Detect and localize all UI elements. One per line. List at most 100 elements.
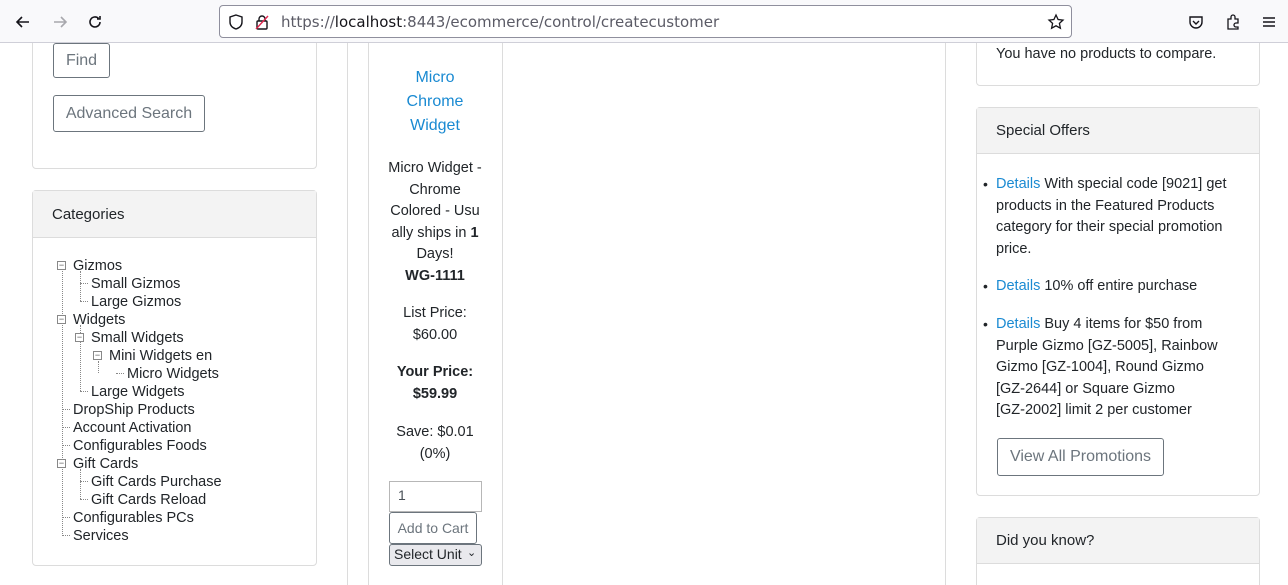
your-price: Your Price: $59.99 xyxy=(370,362,500,405)
category-account-activation[interactable]: Account Activation xyxy=(73,419,192,437)
offer-item: Details With special code [9021] get pro… xyxy=(996,174,1236,260)
tree-line xyxy=(62,517,70,518)
product-description: Micro Widget - Chrome Colored - Usu ally… xyxy=(370,158,500,287)
url-bar[interactable]: https://localhost:8443/ecommerce/control… xyxy=(219,5,1072,38)
bullet: • xyxy=(983,316,988,332)
product-name-link[interactable]: Micro Chrome Widget xyxy=(370,66,500,138)
savings: Save: $0.01 (0%) xyxy=(370,422,500,465)
category-gizmos[interactable]: Gizmos xyxy=(73,257,122,275)
tree-line xyxy=(62,409,70,410)
categories-header: Categories xyxy=(33,191,316,238)
add-to-cart-button[interactable]: Add to Cart xyxy=(389,512,477,544)
category-gift-cards-reload[interactable]: Gift Cards Reload xyxy=(91,491,206,509)
column-divider xyxy=(502,43,503,585)
product-name-line[interactable]: Micro xyxy=(370,66,500,90)
offer-details-link[interactable]: Details xyxy=(996,278,1040,294)
tree-line xyxy=(98,361,99,373)
tree-line xyxy=(80,469,81,499)
special-offers-header: Special Offers xyxy=(977,108,1259,154)
category-gift-cards[interactable]: Gift Cards xyxy=(73,455,138,473)
save-percent: (0%) xyxy=(419,445,451,462)
offer-text: Gizmo [GZ-1004], Round Gizmo xyxy=(996,359,1204,375)
tree-line xyxy=(80,391,88,392)
tree-line xyxy=(62,271,63,536)
ships-days: 1 xyxy=(470,224,479,241)
description-line: Colored - Usu xyxy=(390,203,480,219)
extensions-icon[interactable] xyxy=(1221,10,1245,34)
compare-text: You have no products to compare. xyxy=(996,46,1217,62)
tree-line xyxy=(80,499,88,500)
description-line: Chrome xyxy=(409,181,461,198)
bookmark-star-icon[interactable] xyxy=(1047,13,1065,31)
product-name-line[interactable]: Widget xyxy=(370,114,500,138)
offer-text: products in the Featured Products xyxy=(996,197,1215,214)
category-configurables-foods[interactable]: Configurables Foods xyxy=(73,437,207,455)
description-line: ally ships in 1 xyxy=(391,224,479,241)
tree-toggle-icon[interactable]: − xyxy=(93,351,102,360)
category-configurables-pcs[interactable]: Configurables PCs xyxy=(73,509,194,527)
product-sku: WG-1111 xyxy=(405,267,465,284)
description-line: Days! xyxy=(416,246,454,262)
offer-item: Details 10% off entire purchase xyxy=(996,276,1236,298)
tree-line xyxy=(80,283,88,284)
category-large-widgets[interactable]: Large Widgets xyxy=(91,383,185,401)
offer-text: 10% off entire purchase xyxy=(1044,278,1198,294)
browser-toolbar: https://localhost:8443/ecommerce/control… xyxy=(0,0,1288,43)
tree-toggle-icon[interactable]: − xyxy=(57,459,66,468)
offer-text: With special code [9021] get xyxy=(1044,176,1227,192)
pocket-icon[interactable] xyxy=(1184,10,1208,34)
category-widgets[interactable]: Widgets xyxy=(73,311,125,329)
tree-toggle-icon[interactable]: − xyxy=(57,261,66,270)
select-unit-value: Select Unit xyxy=(394,546,462,562)
tree-toggle-icon[interactable]: − xyxy=(75,333,84,342)
tree-toggle-icon[interactable]: − xyxy=(57,315,66,324)
category-gift-cards-purchase[interactable]: Gift Cards Purchase xyxy=(91,473,222,491)
url-text: https://localhost:8443/ecommerce/control… xyxy=(281,13,720,31)
bullet: • xyxy=(983,176,988,192)
view-all-promotions-button[interactable]: View All Promotions xyxy=(997,438,1164,476)
find-button[interactable]: Find xyxy=(53,43,110,78)
lock-insecure-icon[interactable] xyxy=(253,13,271,31)
tree-line xyxy=(80,301,88,302)
offer-item: Details Buy 4 items for $50 from Purple … xyxy=(996,314,1236,422)
offer-text: [GZ-2002] limit 2 per customer xyxy=(996,402,1192,418)
your-price-label: Your Price: xyxy=(396,364,474,380)
quantity-input[interactable]: 1 xyxy=(389,481,482,512)
chevron-down-icon: ⌄ xyxy=(465,546,479,559)
tree-line xyxy=(80,481,88,482)
offer-text: Purple Gizmo [GZ-5005], Rainbow xyxy=(996,337,1218,354)
reload-icon[interactable] xyxy=(83,10,107,34)
column-divider xyxy=(347,43,348,585)
menu-icon[interactable] xyxy=(1257,10,1281,34)
tree-line xyxy=(62,535,70,536)
offer-text: category for their special promotion xyxy=(996,219,1223,235)
tree-line xyxy=(80,271,81,301)
your-price-value: $59.99 xyxy=(412,385,458,402)
save-amount: Save: $0.01 xyxy=(396,424,474,440)
did-you-know-card: Did you know? xyxy=(976,517,1260,585)
category-services[interactable]: Services xyxy=(73,527,129,545)
back-icon[interactable] xyxy=(11,10,35,34)
tree-line xyxy=(62,445,70,446)
tree-line xyxy=(116,373,124,374)
offer-text: [GZ-2644] or Square Gizmo xyxy=(996,380,1175,397)
column-divider xyxy=(945,43,946,585)
list-price-label: List Price: xyxy=(403,305,467,321)
shield-icon[interactable] xyxy=(227,13,245,31)
list-price-value: $60.00 xyxy=(412,326,458,343)
category-small-widgets[interactable]: Small Widgets xyxy=(91,329,184,347)
advanced-search-button[interactable]: Advanced Search xyxy=(53,95,205,132)
tree-line xyxy=(62,427,70,428)
category-micro-widgets[interactable]: Micro Widgets xyxy=(127,365,219,383)
page-content: Find Advanced Search Categories − − − − … xyxy=(0,43,1288,585)
offer-details-link[interactable]: Details xyxy=(996,316,1040,332)
forward-icon[interactable] xyxy=(48,10,72,34)
offer-text: Buy 4 items for $50 from xyxy=(1044,316,1203,332)
offer-details-link[interactable]: Details xyxy=(996,176,1040,192)
product-name-line[interactable]: Chrome xyxy=(370,90,500,114)
description-line: Micro Widget - xyxy=(388,160,482,176)
category-dropship-products[interactable]: DropShip Products xyxy=(73,401,195,419)
category-small-gizmos[interactable]: Small Gizmos xyxy=(91,275,180,293)
category-mini-widgets[interactable]: Mini Widgets en xyxy=(109,347,212,365)
category-large-gizmos[interactable]: Large Gizmos xyxy=(91,293,181,311)
